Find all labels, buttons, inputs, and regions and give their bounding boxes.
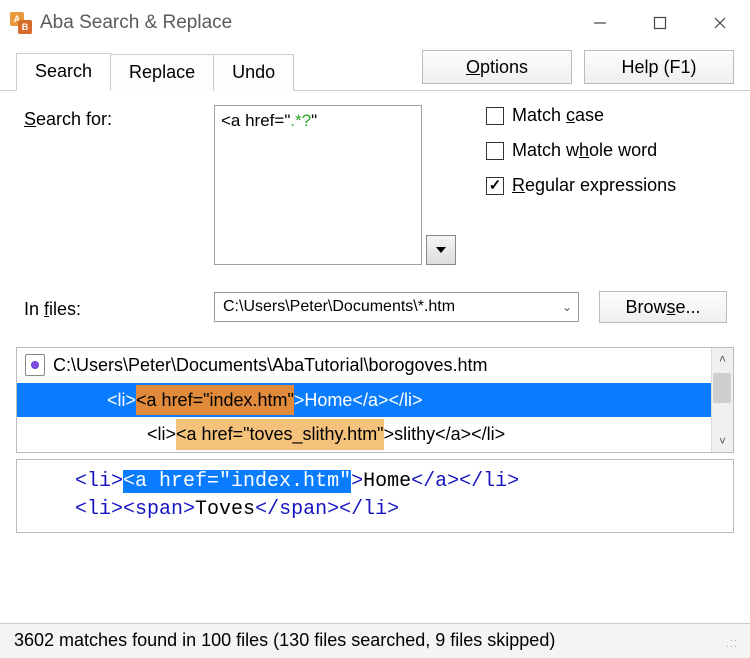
result-file-header[interactable]: C:\Users\Peter\Documents\AbaTutorial\bor… [17, 348, 733, 383]
tab-row: Search Replace Undo Options Help (F1) [0, 50, 750, 91]
result-row-selected[interactable]: <li><a href="index.htm">Home</a></li> [17, 383, 733, 418]
preview-pane[interactable]: <li><a href="index.htm">Home</a></li> <l… [16, 459, 734, 533]
scrollbar[interactable]: ˄ ˅ [711, 348, 733, 452]
chevron-down-icon [435, 244, 447, 256]
tab-undo[interactable]: Undo [213, 54, 294, 91]
maximize-button[interactable] [630, 0, 690, 46]
search-history-dropdown[interactable] [426, 235, 456, 265]
scroll-down-icon[interactable]: ˅ [719, 430, 726, 452]
checkbox-icon [486, 107, 504, 125]
in-files-label: In files: [24, 295, 194, 320]
in-files-value: C:\Users\Peter\Documents\*.htm [223, 298, 455, 316]
status-text: 3602 matches found in 100 files (130 fil… [14, 630, 555, 651]
scroll-thumb[interactable] [713, 373, 731, 403]
close-button[interactable] [690, 0, 750, 46]
tab-replace[interactable]: Replace [110, 54, 214, 91]
match-case-checkbox[interactable]: Match case [486, 105, 676, 126]
search-input[interactable]: <a href=".*?" [214, 105, 422, 265]
search-for-label: Search for: [24, 105, 194, 130]
search-form: Search for: <a href=".*?" Match case Mat… [0, 91, 750, 333]
app-icon: AB [10, 12, 32, 34]
options-button[interactable]: Options [422, 50, 572, 84]
status-bar: 3602 matches found in 100 files (130 fil… [0, 623, 750, 658]
titlebar: AB Aba Search & Replace [0, 0, 750, 46]
regex-checkbox[interactable]: Regular expressions [486, 175, 676, 196]
scroll-up-icon[interactable]: ˄ [719, 348, 726, 370]
help-button[interactable]: Help (F1) [584, 50, 734, 84]
checkbox-checked-icon [486, 177, 504, 195]
result-row[interactable]: <li><a href="toves_slithy.htm">slithy</a… [17, 417, 733, 452]
minimize-button[interactable] [570, 0, 630, 46]
file-icon [25, 354, 45, 376]
result-file-path: C:\Users\Peter\Documents\AbaTutorial\bor… [53, 350, 488, 381]
match-whole-word-checkbox[interactable]: Match whole word [486, 140, 676, 161]
tab-search[interactable]: Search [16, 53, 111, 91]
checkbox-icon [486, 142, 504, 160]
browse-button[interactable]: Browse... [599, 291, 727, 323]
resize-grip-icon[interactable]: . .. . . [726, 635, 736, 647]
window-title: Aba Search & Replace [40, 12, 232, 34]
chevron-down-icon: ⌄ [562, 300, 572, 314]
in-files-input[interactable]: C:\Users\Peter\Documents\*.htm ⌄ [214, 292, 579, 322]
results-pane: C:\Users\Peter\Documents\AbaTutorial\bor… [16, 347, 734, 453]
